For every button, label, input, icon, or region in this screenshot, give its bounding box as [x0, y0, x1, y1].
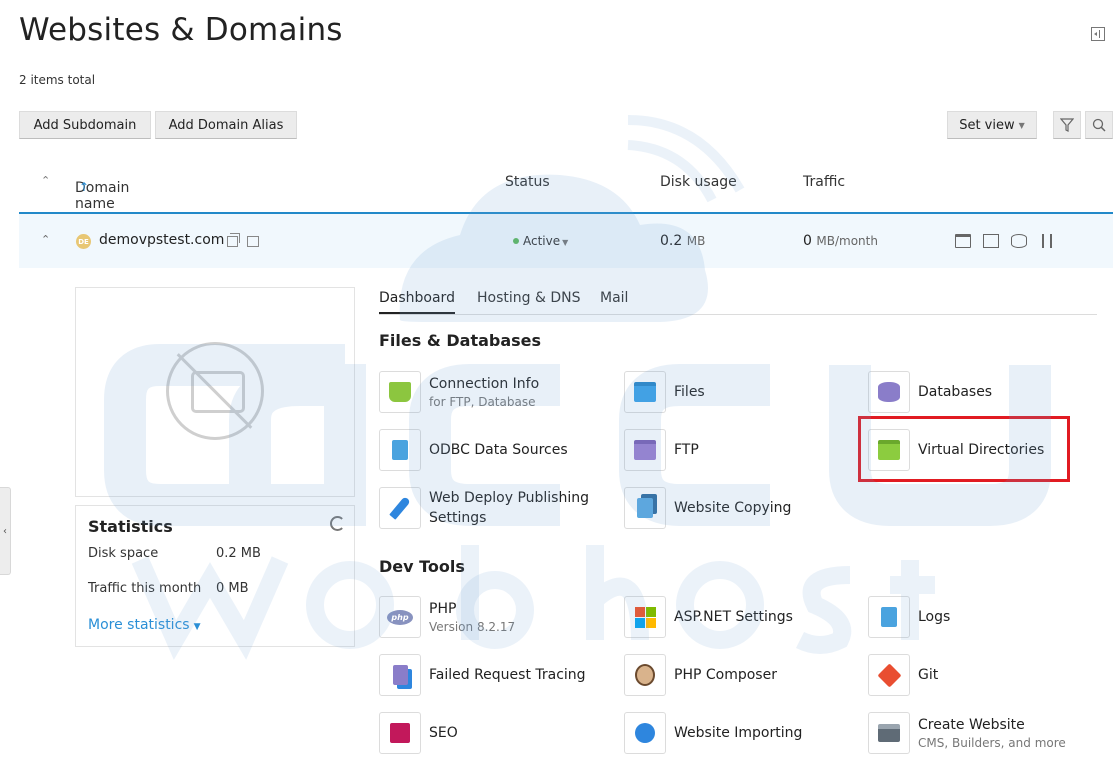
connection-info-tool[interactable]: Connection Info for FTP, Database — [379, 370, 609, 414]
tab-hosting-dns[interactable]: Hosting & DNS — [477, 290, 580, 312]
domain-name-link[interactable]: demovpstest.com — [99, 232, 224, 248]
plug-icon — [389, 382, 411, 402]
folder-icon — [634, 382, 656, 402]
more-statistics-link[interactable]: More statistics ▼ — [88, 617, 200, 633]
statistics-panel: Statistics Disk space 0.2 MB Traffic thi… — [75, 505, 355, 647]
web-deploy-tool[interactable]: Web Deploy Publishing Settings — [379, 486, 609, 530]
windows-icon — [634, 606, 656, 628]
php-tool[interactable]: php PHP Version 8.2.17 — [379, 595, 609, 639]
settings-sliders-icon[interactable] — [1039, 234, 1055, 248]
tab-mail[interactable]: Mail — [600, 290, 628, 312]
domain-favicon: DE — [76, 234, 91, 249]
ftp-tool[interactable]: FTP — [624, 428, 854, 472]
odbc-data-sources-tool[interactable]: ODBC Data Sources — [379, 428, 609, 472]
aspnet-settings-tool[interactable]: ASP.NET Settings — [624, 595, 854, 639]
logs-tool[interactable]: Logs — [868, 595, 1098, 639]
database-icon[interactable] — [1011, 234, 1027, 248]
side-panel-toggle[interactable]: ‹ — [0, 487, 11, 575]
chevron-down-icon: ▼ — [562, 238, 569, 247]
row-actions — [955, 234, 1055, 248]
website-copying-tool[interactable]: Website Copying — [624, 486, 854, 530]
no-screenshot-icon — [166, 342, 264, 440]
filter-button[interactable] — [1053, 111, 1081, 139]
set-view-button[interactable]: Set view ▼ — [947, 111, 1037, 139]
chevron-left-icon: ‹ — [3, 525, 7, 537]
globe-import-icon — [635, 723, 655, 743]
tracing-icon — [392, 665, 408, 685]
seo-chart-icon — [390, 723, 410, 743]
items-total: 2 items total — [19, 73, 96, 87]
files-tool[interactable]: Files — [624, 370, 854, 414]
search-icon — [1092, 118, 1106, 132]
expand-all-icon[interactable]: ⌃ — [41, 174, 50, 187]
sort-ascending-icon: ↑ — [79, 180, 90, 194]
status-dropdown[interactable]: Active ▼ — [513, 234, 568, 248]
mail-icon[interactable] — [983, 234, 999, 248]
php-composer-tool[interactable]: PHP Composer — [624, 653, 854, 697]
chevron-down-icon: ▼ — [193, 622, 201, 632]
collapse-panel-icon[interactable] — [1091, 27, 1105, 41]
column-status[interactable]: Status — [505, 174, 550, 190]
git-icon — [876, 662, 902, 688]
column-disk-usage[interactable]: Disk usage — [660, 174, 737, 190]
filter-icon — [1060, 118, 1074, 132]
disk-space-label: Disk space — [88, 546, 159, 561]
php-icon: php — [387, 609, 413, 625]
composer-icon — [635, 664, 655, 686]
search-button[interactable] — [1085, 111, 1113, 139]
create-website-icon — [878, 724, 900, 742]
folder-icon[interactable] — [955, 234, 971, 248]
page-title: Websites & Domains — [19, 12, 343, 48]
add-subdomain-button[interactable]: Add Subdomain — [19, 111, 151, 139]
create-website-tool[interactable]: Create Website CMS, Builders, and more — [868, 711, 1098, 755]
website-preview — [75, 287, 355, 497]
logs-icon — [881, 607, 897, 627]
column-traffic[interactable]: Traffic — [803, 174, 845, 190]
database-icon — [878, 382, 900, 402]
table-header: ⌃ Domain name ↑ Status Disk usage Traffic — [41, 174, 846, 212]
collapse-row-icon[interactable]: ⌃ — [41, 233, 50, 246]
traffic-label: Traffic this month — [88, 581, 202, 596]
section-dev-tools: Dev Tools — [379, 557, 465, 576]
ftp-folder-icon — [634, 440, 656, 460]
disk-space-value: 0.2 MB — [216, 546, 261, 561]
traffic-value: 0 MB — [216, 581, 249, 596]
failed-request-tracing-tool[interactable]: Failed Request Tracing — [379, 653, 609, 697]
chevron-down-icon: ▼ — [1018, 120, 1025, 130]
domain-tabs: Dashboard Hosting & DNS Mail — [379, 290, 1097, 315]
seo-tool[interactable]: SEO — [379, 711, 609, 755]
traffic-value: 0 MB/month — [803, 233, 878, 249]
tab-dashboard[interactable]: Dashboard — [379, 290, 455, 314]
add-domain-alias-button[interactable]: Add Domain Alias — [155, 111, 297, 139]
refresh-icon[interactable] — [330, 516, 345, 531]
table-row[interactable]: ⌃ DE demovpstest.com Active ▼ 0.2 MB 0 MB… — [19, 212, 1113, 268]
status-dot — [513, 238, 519, 244]
section-files-databases: Files & Databases — [379, 331, 542, 350]
databases-tool[interactable]: Databases — [868, 370, 1098, 414]
highlight-box — [858, 416, 1070, 482]
copy-icon[interactable] — [227, 233, 240, 247]
statistics-title: Statistics — [88, 517, 173, 536]
odbc-icon — [392, 440, 408, 460]
rocket-icon — [389, 496, 411, 520]
disk-usage-value: 0.2 MB — [660, 233, 706, 249]
copy-pages-icon — [637, 498, 653, 518]
git-tool[interactable]: Git — [868, 653, 1098, 697]
preview-icon[interactable] — [247, 236, 259, 247]
website-importing-tool[interactable]: Website Importing — [624, 711, 854, 755]
